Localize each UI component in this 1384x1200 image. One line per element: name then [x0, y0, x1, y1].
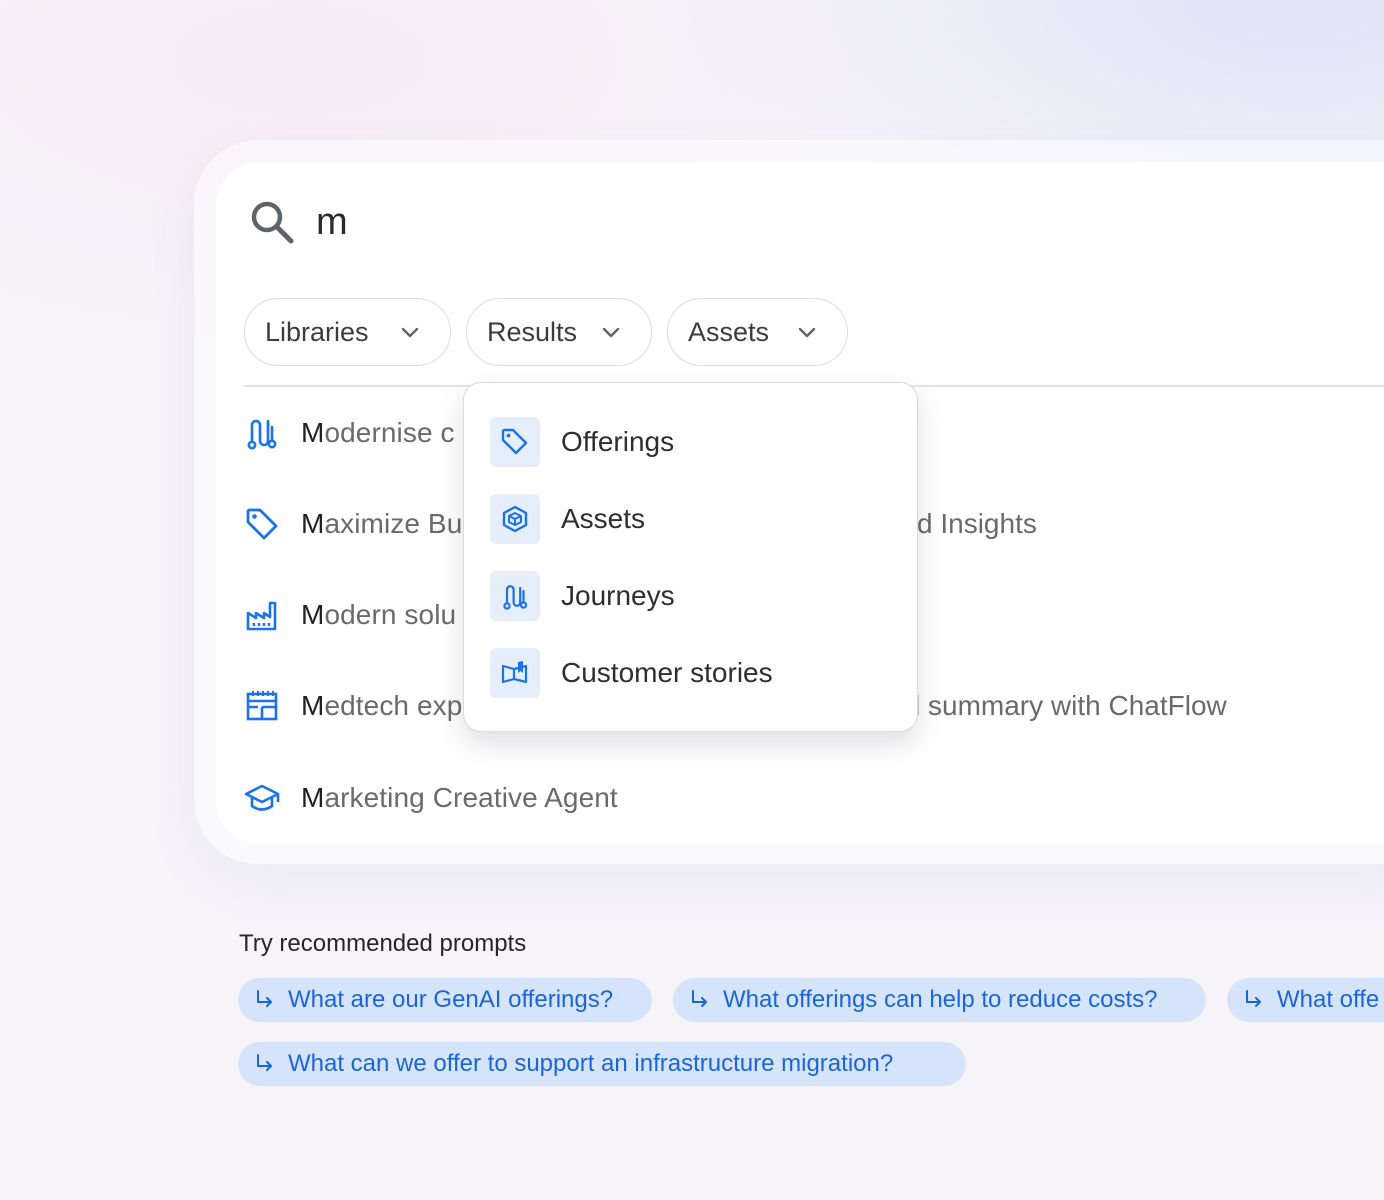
dropdown-item-label: Assets: [561, 503, 646, 534]
chevron-down-icon: [401, 327, 419, 338]
tag-icon: [490, 417, 540, 467]
prompt-chip[interactable]: What offe: [1227, 978, 1384, 1022]
factory-icon: [246, 601, 277, 631]
dropdown-item-journeys[interactable]: Journeys: [490, 571, 890, 621]
journey-icon: [247, 419, 277, 450]
filter-libraries-label: Libraries: [265, 316, 369, 347]
dropdown-item-customer-stories[interactable]: Customer stories: [490, 648, 890, 698]
result-title: Maximize Bu: [301, 508, 463, 539]
subdirectory-arrow-icon: [257, 990, 272, 1007]
chevron-down-icon: [798, 327, 816, 338]
prompt-text: What are our GenAI offerings?: [288, 986, 614, 1013]
filter-results[interactable]: Results: [466, 298, 652, 366]
filter-results-label: Results: [487, 316, 578, 347]
result-title: Modern solu: [301, 599, 457, 630]
calendar-layout-icon: [246, 691, 278, 721]
prompt-chip[interactable]: What offerings can help to reduce costs?: [673, 978, 1206, 1022]
filter-assets-label: Assets: [688, 316, 770, 347]
prompt-text: What offe: [1277, 986, 1380, 1013]
result-row[interactable]: Marketing Creative Agent: [244, 773, 1374, 823]
tag-icon: [246, 508, 278, 540]
prompt-chip[interactable]: What are our GenAI offerings?: [238, 978, 652, 1022]
filter-assets[interactable]: Assets: [667, 298, 848, 366]
subdirectory-arrow-icon: [692, 990, 707, 1007]
viewport: Libraries Results Assets Modernise c M: [0, 0, 1384, 1200]
results-dropdown-menu: Offerings Assets Journeys Customer stori…: [463, 382, 918, 732]
result-title-tail: l summary with ChatFlow: [914, 690, 1227, 721]
cube-icon: [490, 494, 540, 544]
dropdown-item-offerings[interactable]: Offerings: [490, 417, 890, 467]
subdirectory-arrow-icon: [257, 1054, 272, 1071]
prompt-chip[interactable]: What can we offer to support an infrastr…: [238, 1042, 966, 1086]
search-icon[interactable]: [248, 198, 296, 246]
subdirectory-arrow-icon: [1246, 990, 1261, 1007]
dropdown-item-label: Journeys: [561, 580, 675, 611]
result-title: Marketing Creative Agent: [301, 782, 618, 813]
prompts-heading: Try recommended prompts: [239, 930, 527, 957]
school-cap-icon: [244, 784, 280, 811]
book-icon: [490, 648, 540, 698]
result-title-tail: d Insights: [917, 508, 1037, 539]
chevron-down-icon: [602, 327, 620, 338]
result-title: Medtech exp: [301, 690, 463, 721]
dropdown-item-label: Customer stories: [561, 657, 773, 688]
prompt-text: What can we offer to support an infrastr…: [288, 1050, 894, 1077]
dropdown-item-label: Offerings: [561, 426, 675, 457]
prompt-text: What offerings can help to reduce costs?: [723, 986, 1158, 1013]
journey-icon: [490, 571, 540, 621]
search-input[interactable]: [316, 196, 1316, 248]
dropdown-item-assets[interactable]: Assets: [490, 494, 890, 544]
filter-libraries[interactable]: Libraries: [244, 298, 451, 366]
result-title: Modernise c: [301, 417, 455, 448]
